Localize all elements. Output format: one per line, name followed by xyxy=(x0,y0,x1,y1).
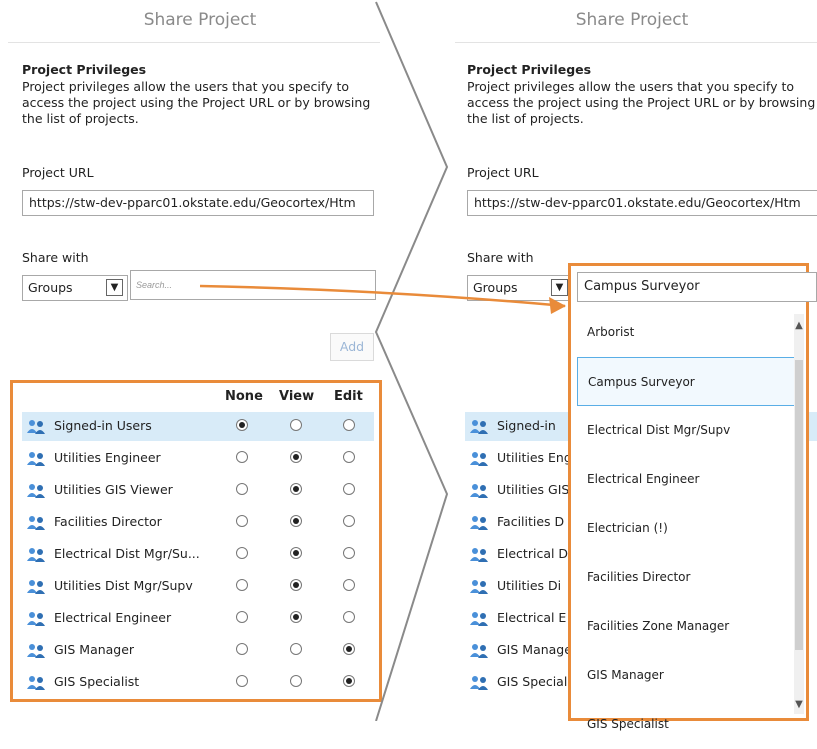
annotation-overlay xyxy=(199,1,566,721)
annotation-arrow xyxy=(199,284,566,308)
zigzag-divider xyxy=(374,1,449,721)
annotation-arrowhead xyxy=(549,297,566,314)
